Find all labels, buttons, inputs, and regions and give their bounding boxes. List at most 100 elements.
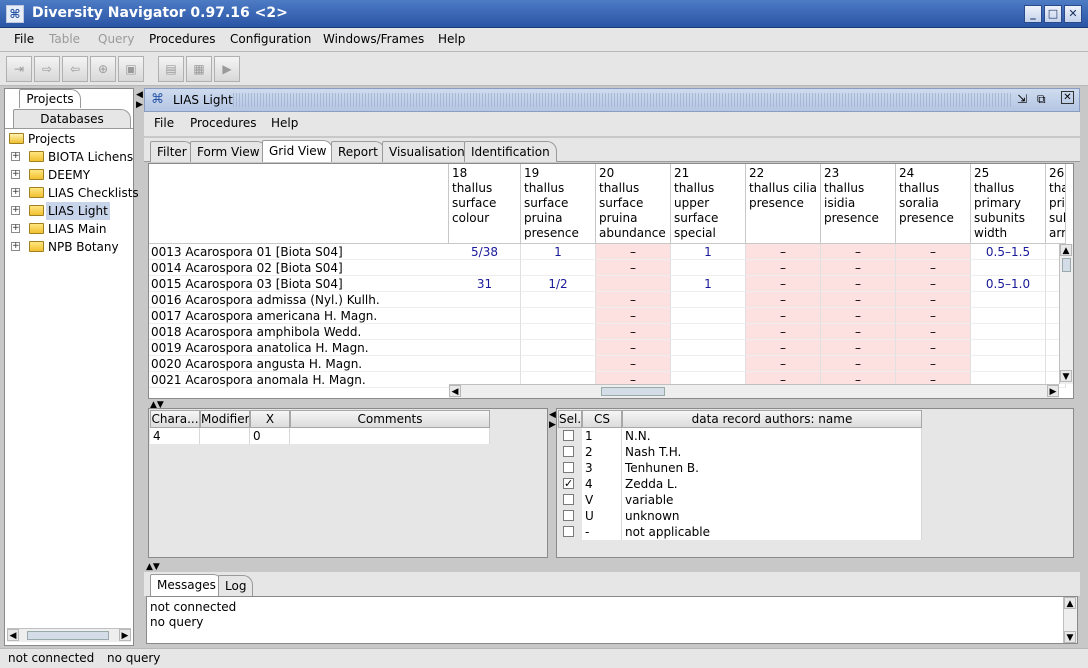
restore-icon[interactable]: ⧉: [1037, 92, 1046, 107]
grid-cell[interactable]: –: [896, 340, 971, 356]
grid-row-name[interactable]: 0020 Acarospora angusta H. Magn.: [149, 356, 449, 372]
col-header-modifier[interactable]: Modifier: [200, 410, 250, 428]
grid-cell[interactable]: –: [821, 276, 896, 292]
grid-cell[interactable]: –: [746, 356, 821, 372]
grid-cell[interactable]: [971, 356, 1046, 372]
grid-cell[interactable]: –: [596, 260, 671, 276]
tab-grid-view[interactable]: Grid View: [262, 140, 334, 162]
grid-cell[interactable]: [521, 292, 596, 308]
scroll-thumb[interactable]: [27, 631, 109, 640]
grid-cell[interactable]: [521, 356, 596, 372]
grid-cell[interactable]: 31: [449, 276, 521, 292]
expand-icon[interactable]: +: [11, 152, 20, 161]
expand-icon[interactable]: +: [11, 224, 20, 233]
tab-projects[interactable]: Projects: [19, 89, 81, 108]
col-header-authors[interactable]: data record authors: name: [622, 410, 922, 428]
grid-cell[interactable]: [449, 260, 521, 276]
grid-row-name[interactable]: 0017 Acarospora americana H. Magn.: [149, 308, 449, 324]
grid-cell[interactable]: [671, 260, 746, 276]
cell-comments[interactable]: [290, 428, 490, 444]
grid-cell[interactable]: –: [596, 292, 671, 308]
grid-cell[interactable]: –: [746, 292, 821, 308]
tree-hscrollbar[interactable]: ◀ ▶: [7, 628, 131, 642]
grid-cell[interactable]: [971, 340, 1046, 356]
toolbar-back-icon[interactable]: ⇦: [62, 56, 88, 82]
grid-cell[interactable]: –: [896, 324, 971, 340]
grid-cell[interactable]: –: [821, 308, 896, 324]
grid-row-name[interactable]: 0013 Acarospora 01 [Biota S04]: [149, 244, 449, 260]
column-header[interactable]: 25 thallus primary subunits width: [971, 164, 1046, 244]
grid-cell[interactable]: [671, 324, 746, 340]
grid-cell[interactable]: –: [821, 324, 896, 340]
grid-cell[interactable]: [671, 308, 746, 324]
grid-cell[interactable]: –: [896, 276, 971, 292]
grid-cell[interactable]: –: [596, 340, 671, 356]
grid-cell[interactable]: –: [746, 308, 821, 324]
toolbar-save-icon[interactable]: ▣: [118, 56, 144, 82]
expand-icon[interactable]: +: [11, 188, 20, 197]
grid-cell[interactable]: –: [746, 324, 821, 340]
col-header-character[interactable]: Chara...: [150, 410, 200, 428]
toolbar-add-icon[interactable]: ⊕: [90, 56, 116, 82]
menu-configuration[interactable]: Configuration: [230, 32, 311, 46]
grid-vscrollbar[interactable]: ▲ ▼: [1059, 244, 1073, 384]
tab-identification[interactable]: Identification: [464, 141, 557, 162]
cs-code[interactable]: 3: [582, 460, 622, 476]
grid-cell[interactable]: 1: [671, 276, 746, 292]
grid-cell[interactable]: –: [596, 324, 671, 340]
author-name[interactable]: Zedda L.: [622, 476, 922, 492]
grid-cell[interactable]: –: [821, 340, 896, 356]
grid-cell[interactable]: –: [821, 244, 896, 260]
menu-query[interactable]: Query: [98, 32, 134, 46]
column-header[interactable]: 22 thallus cilia presence: [746, 164, 821, 244]
scroll-up-icon[interactable]: ▲: [1064, 597, 1076, 609]
scroll-thumb[interactable]: [1062, 258, 1071, 272]
column-header[interactable]: 21 thallus upper surface special: [671, 164, 746, 244]
grid-cell[interactable]: –: [596, 308, 671, 324]
scroll-left-icon[interactable]: ◀: [449, 385, 461, 397]
menu-file[interactable]: File: [14, 32, 34, 46]
grid-cell[interactable]: [596, 276, 671, 292]
grid-cell[interactable]: –: [896, 356, 971, 372]
column-header[interactable]: 24 thallus soralia presence: [896, 164, 971, 244]
checkbox[interactable]: [563, 494, 574, 505]
column-header[interactable]: 26thallus primary subunits arrangement: [1046, 164, 1066, 244]
grid-hscrollbar[interactable]: ◀ ▶: [449, 384, 1059, 398]
author-name[interactable]: variable: [622, 492, 922, 508]
checkbox-checked[interactable]: ✓: [563, 478, 574, 489]
author-name[interactable]: Nash T.H.: [622, 444, 922, 460]
split-arrows-icon[interactable]: ▲▼: [146, 562, 160, 572]
inner-close-icon[interactable]: ✕: [1061, 91, 1074, 104]
iconify-icon[interactable]: ⇲: [1017, 92, 1027, 106]
scroll-right-icon[interactable]: ▶: [1047, 385, 1059, 397]
grid-cell[interactable]: –: [896, 292, 971, 308]
checkbox[interactable]: [563, 430, 574, 441]
grid-cell[interactable]: [449, 340, 521, 356]
grid-cell[interactable]: –: [746, 244, 821, 260]
inner-menu-file[interactable]: File: [154, 116, 174, 130]
column-header[interactable]: 20 thallus surface pruina abundance: [596, 164, 671, 244]
inner-window-title-bar[interactable]: ⌘ LIAS Light ⇲ ⧉ ✕: [144, 88, 1080, 112]
grid-cell[interactable]: [449, 324, 521, 340]
grid-cell[interactable]: [521, 260, 596, 276]
grid-cell[interactable]: [971, 292, 1046, 308]
col-header-cs[interactable]: CS: [582, 410, 622, 428]
toolbar-export-icon[interactable]: ⇥: [6, 56, 32, 82]
author-name[interactable]: not applicable: [622, 524, 922, 540]
scroll-left-icon[interactable]: ◀: [7, 629, 19, 641]
menu-table[interactable]: Table: [49, 32, 80, 46]
menu-help[interactable]: Help: [438, 32, 465, 46]
col-header-sel[interactable]: Sel.: [558, 410, 582, 428]
grid-cell[interactable]: 1: [671, 244, 746, 260]
inner-menu-procedures[interactable]: Procedures: [190, 116, 257, 130]
grid-row-name[interactable]: 0021 Acarospora anomala H. Magn.: [149, 372, 449, 388]
tab-filter[interactable]: Filter: [150, 141, 194, 162]
split-collapse-icon[interactable]: ◀ ▶: [136, 90, 143, 114]
grid-cell[interactable]: [671, 356, 746, 372]
grid-row-name[interactable]: 0015 Acarospora 03 [Biota S04]: [149, 276, 449, 292]
toolbar-open-icon[interactable]: ▤: [158, 56, 184, 82]
grid-cell[interactable]: 1/2: [521, 276, 596, 292]
toolbar-forward-icon[interactable]: ⇨: [34, 56, 60, 82]
close-button[interactable]: ✕: [1064, 5, 1082, 23]
grid-cell[interactable]: 1: [521, 244, 596, 260]
